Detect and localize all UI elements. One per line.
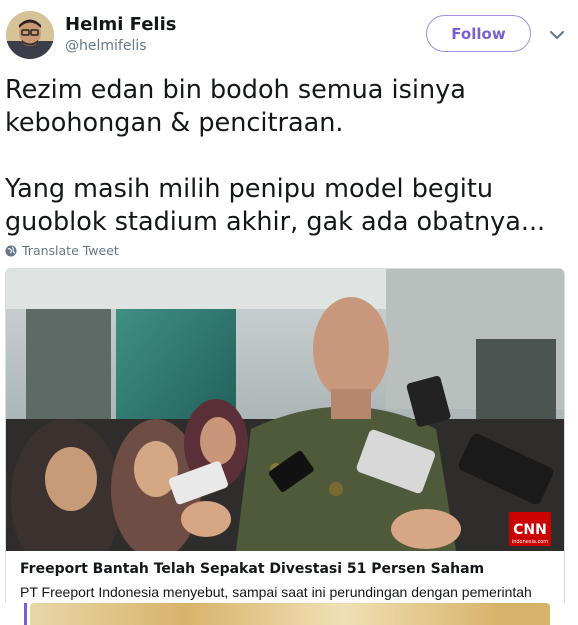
tweet-text: Rezim edan bin bodoh semua isinya keboho… xyxy=(5,75,546,237)
press-conference-photo-icon: CNN indonesia.com xyxy=(6,269,564,551)
display-name[interactable]: Helmi Felis xyxy=(65,14,176,35)
link-card[interactable]: CNN indonesia.com Freeport Bantah Telah … xyxy=(5,268,565,625)
user-handle[interactable]: @helmifelis xyxy=(65,38,147,54)
cnn-watermark-sub: indonesia.com xyxy=(512,539,548,545)
avatar[interactable] xyxy=(6,11,54,59)
chevron-down-icon[interactable] xyxy=(548,26,566,44)
thread-bar xyxy=(24,603,27,625)
translate-label: Translate Tweet xyxy=(22,243,119,258)
tweet-header: Helmi Felis @helmifelis Follow xyxy=(0,0,578,70)
follow-button[interactable]: Follow xyxy=(426,15,531,52)
next-tweet-preview xyxy=(0,603,578,625)
translate-tweet-link[interactable]: Translate Tweet xyxy=(5,243,119,258)
globe-icon xyxy=(5,245,17,256)
user-avatar-icon xyxy=(6,11,54,59)
card-description: PT Freeport Indonesia menyebut, sampai s… xyxy=(20,584,532,600)
card-image[interactable]: CNN indonesia.com xyxy=(6,269,564,551)
next-image-thumb xyxy=(30,603,550,625)
cnn-watermark: CNN xyxy=(513,522,547,538)
card-title[interactable]: Freeport Bantah Telah Sepakat Divestasi … xyxy=(20,561,484,577)
